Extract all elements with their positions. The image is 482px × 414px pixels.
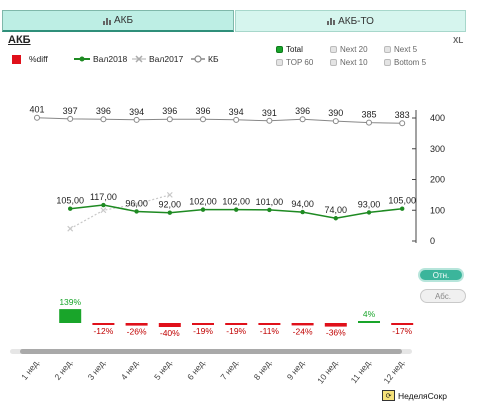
diff-data-label: -19%	[226, 326, 246, 336]
kb-point	[266, 117, 273, 124]
kb-data-label: 401	[29, 105, 44, 115]
x-category-label: 10 нед.	[315, 357, 340, 386]
x-category-label: 8 нед.	[252, 357, 274, 382]
cycle-dimension-icon: ⟳	[382, 390, 395, 401]
y-tick-label: 100	[430, 205, 445, 215]
diff-data-label: 139%	[59, 297, 81, 307]
val2018-data-label: 105,00	[56, 196, 84, 206]
diff-data-label: -11%	[260, 326, 280, 336]
val2018-point	[400, 206, 405, 211]
kb-data-label: 394	[229, 107, 244, 117]
val2018-data-label: 92,00	[159, 200, 182, 210]
dimension-label: НеделяСокр	[398, 390, 447, 401]
combo-chart: 0 100 200 300 400 401 397 396 394 396 396 394 391 39…	[10, 105, 445, 386]
x-category-label: 2 нед.	[52, 357, 74, 382]
diff-bar	[59, 309, 82, 323]
val2017-point	[100, 207, 107, 214]
kb-point	[332, 118, 339, 125]
diff-bar	[92, 323, 115, 325]
diff-data-label: -26%	[127, 327, 147, 337]
diff-bar	[125, 323, 148, 326]
kb-point	[299, 116, 306, 123]
x-category-label: 12 нед.	[381, 357, 406, 386]
kb-data-label: 385	[361, 110, 376, 120]
kb-data-label: 397	[63, 106, 78, 116]
diff-data-label: -17%	[392, 326, 412, 336]
kb-point	[133, 116, 140, 123]
kb-data-label: 390	[328, 108, 343, 118]
val2018-point	[300, 209, 305, 215]
kb-point	[200, 116, 206, 123]
kb-data-label: 391	[262, 108, 277, 118]
val2018-data-label: 74,00	[325, 205, 348, 215]
diff-data-label: -24%	[293, 326, 313, 336]
y-tick-label: 300	[430, 144, 445, 154]
kb-data-label: 396	[96, 106, 111, 116]
kb-data-label: 383	[395, 110, 410, 120]
val2018-data-label: 101,00	[256, 197, 284, 207]
diff-bar	[158, 323, 181, 327]
x-category-label: 7 нед.	[218, 357, 240, 382]
val2018-data-label: 94,00	[291, 199, 314, 209]
val2018-point	[234, 207, 239, 212]
val2018-point	[333, 216, 338, 221]
diff-data-label: -36%	[326, 328, 346, 338]
val2018-data-label: 105,00	[388, 196, 416, 206]
kb-point	[233, 116, 240, 123]
relative-toggle-button[interactable]: Отн.	[418, 268, 464, 282]
val2018-point	[200, 207, 206, 212]
horizontal-scrollbar[interactable]	[10, 349, 412, 354]
diff-bar	[225, 323, 248, 325]
val2018-point	[366, 210, 372, 215]
val2018-point	[68, 206, 73, 211]
x-category-label: 5 нед.	[152, 357, 174, 382]
val2018-data-label: 102,00	[222, 197, 250, 207]
val2018-data-label: 102,00	[189, 197, 217, 207]
diff-bar	[391, 323, 414, 325]
diff-data-label: -40%	[160, 328, 180, 338]
kb-point	[100, 116, 107, 123]
x-category-label: 6 нед.	[185, 357, 207, 382]
scrollbar-thumb[interactable]	[20, 349, 402, 354]
x-category-label: 3 нед.	[86, 357, 108, 382]
absolute-toggle-button[interactable]: Абс.	[420, 289, 466, 303]
val2018-point	[101, 202, 106, 208]
kb-data-label: 396	[295, 106, 310, 116]
y-tick-label: 400	[430, 113, 445, 123]
kb-data-label: 396	[195, 106, 210, 116]
diff-bar	[258, 323, 281, 325]
kb-data-label: 394	[129, 107, 144, 117]
diff-data-label: 4%	[363, 309, 376, 319]
val2017-point	[67, 225, 74, 232]
kb-point	[34, 114, 40, 121]
kb-data-label: 396	[162, 106, 177, 116]
kb-point	[366, 119, 372, 126]
diff-bar	[358, 321, 380, 323]
dimension-selector[interactable]: ⟳ НеделяСокр	[382, 390, 447, 401]
y-tick-label: 0	[430, 236, 435, 246]
kb-point	[166, 116, 173, 123]
x-category-label: 4 нед.	[119, 357, 141, 382]
val2018-point	[134, 209, 139, 214]
y-tick-label: 200	[430, 175, 445, 185]
val2018-data-label: 96,00	[125, 198, 148, 208]
val2018-point	[267, 207, 272, 213]
diff-data-label: -12%	[93, 326, 113, 336]
kb-point	[399, 120, 406, 127]
diff-bar	[324, 323, 347, 327]
kb-point	[67, 115, 74, 122]
val2018-data-label: 93,00	[358, 199, 381, 209]
x-category-label: 9 нед.	[285, 357, 307, 382]
x-category-label: 1 нед.	[19, 357, 41, 382]
diff-bar	[192, 323, 214, 325]
x-category-label: 11 нед.	[349, 357, 374, 385]
diff-data-label: -19%	[193, 326, 213, 336]
kb-line	[36, 117, 403, 124]
val2018-data-label: 117,00	[90, 192, 117, 202]
val2018-point	[167, 210, 172, 215]
diff-bar	[291, 323, 314, 326]
